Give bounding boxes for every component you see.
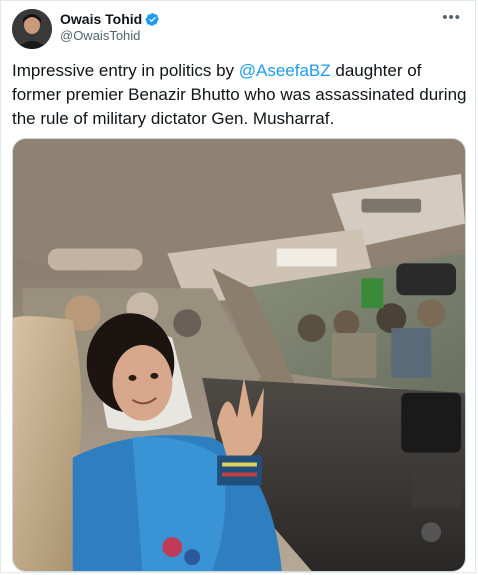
tweet-media-photo[interactable]: [12, 138, 466, 572]
more-options-icon[interactable]: •••: [442, 9, 461, 26]
author-handle[interactable]: @OwaisTohid: [60, 28, 140, 43]
photo-icon: [13, 139, 465, 571]
tweet-card: Owais Tohid @OwaisTohid ••• Impressive e…: [0, 0, 476, 573]
tweet-text-before: Impressive entry in politics by: [12, 61, 239, 80]
mention-link[interactable]: @AseefaBZ: [239, 61, 331, 80]
tweet-text: Impressive entry in politics by @AseefaB…: [12, 59, 468, 131]
author-row: Owais Tohid: [60, 11, 160, 27]
avatar[interactable]: [12, 9, 52, 49]
avatar-photo-icon: [12, 9, 52, 49]
author-display-name[interactable]: Owais Tohid: [60, 11, 142, 27]
verified-badge-icon: [145, 12, 160, 27]
